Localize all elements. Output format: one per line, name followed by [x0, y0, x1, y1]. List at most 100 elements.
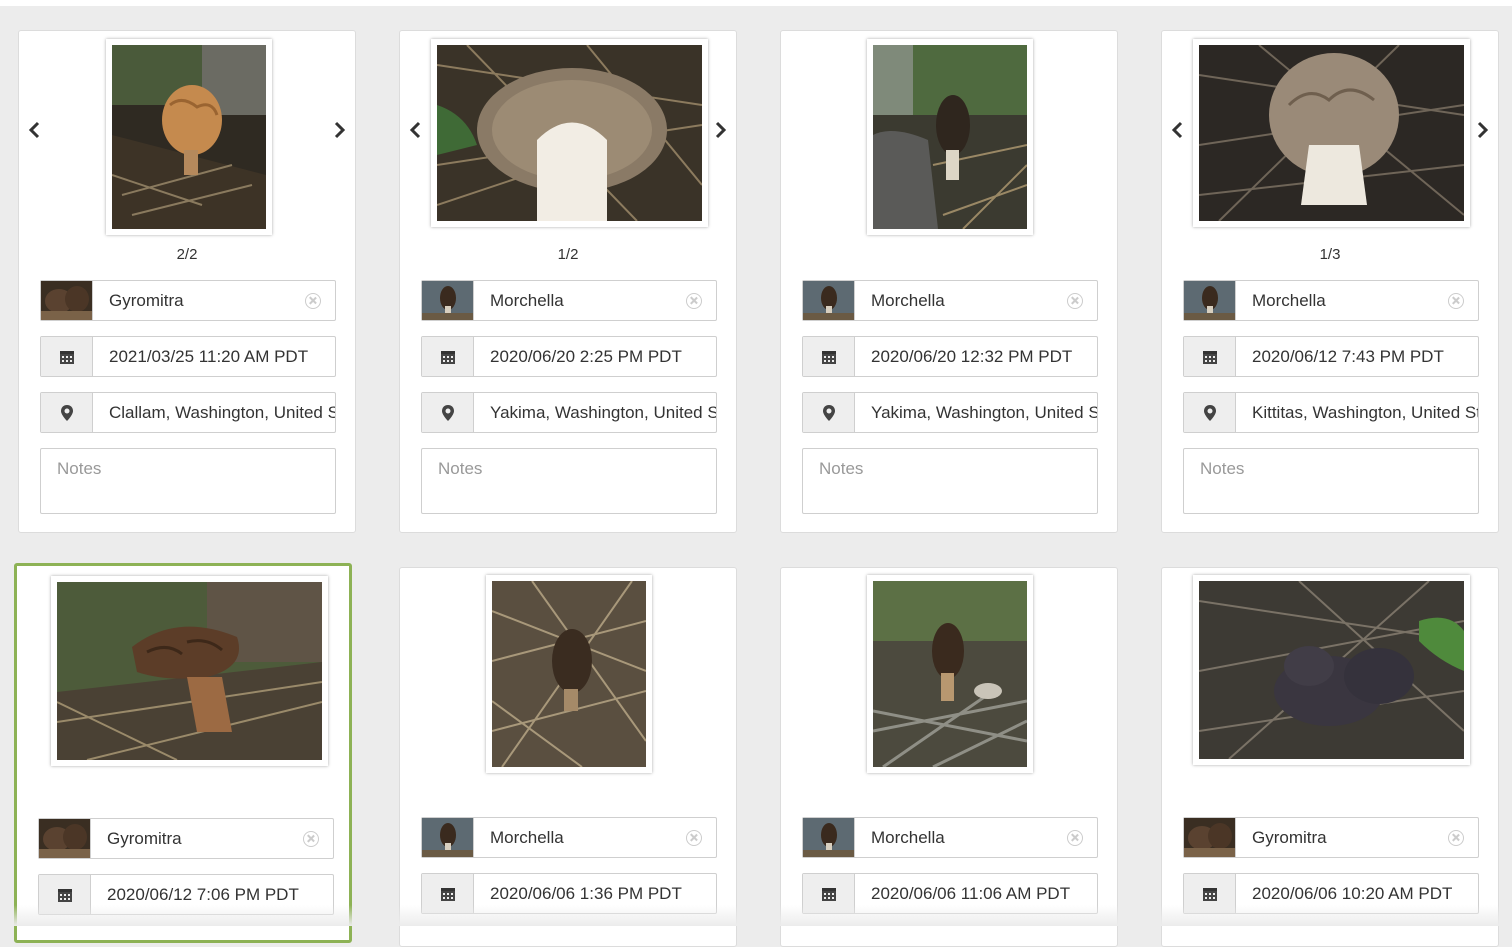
notes-field[interactable]	[802, 448, 1098, 514]
species-field[interactable]: Gyromitra	[40, 280, 336, 321]
notes-field[interactable]	[421, 448, 717, 514]
clear-circle-icon[interactable]	[1067, 830, 1083, 846]
species-value: Gyromitra	[109, 290, 184, 310]
prev-photo-button[interactable]	[405, 119, 427, 141]
clear-circle-icon[interactable]	[1448, 830, 1464, 846]
calendar-icon	[440, 887, 455, 901]
chevron-left-icon	[28, 121, 40, 139]
clear-circle-icon[interactable]	[686, 830, 702, 846]
species-value: Morchella	[871, 827, 945, 847]
calendar-icon	[59, 350, 74, 364]
observation-card[interactable]: Morchella 2020/06/20 12:32 PM PDT Yakima…	[780, 30, 1118, 533]
species-field[interactable]: Morchella	[802, 280, 1098, 321]
observation-card-selected[interactable]: Gyromitra 2020/06/12 7:06 PM PDT	[14, 563, 352, 943]
calendar-addon	[41, 337, 93, 376]
species-thumbnail	[39, 819, 91, 858]
observation-photo[interactable]	[867, 39, 1033, 235]
observation-card[interactable]: Morchella 2020/06/06 1:36 PM PDT	[399, 567, 737, 947]
observation-card[interactable]: 1/2 Morchella 2020/06/20 2:25 PM PDT Yak…	[399, 30, 737, 533]
species-field[interactable]: Morchella	[1183, 280, 1479, 321]
notes-field[interactable]	[1183, 448, 1479, 514]
mushroom-image	[436, 44, 703, 222]
species-thumbnail	[1184, 281, 1236, 320]
species-field[interactable]: Morchella	[421, 817, 717, 858]
notes-field[interactable]	[40, 448, 336, 514]
location-value: Kittitas, Washington, United States	[1252, 402, 1478, 422]
location-field[interactable]: Yakima, Washington, United States	[802, 392, 1098, 433]
species-thumbnail	[1184, 818, 1236, 857]
species-value: Gyromitra	[107, 828, 182, 848]
chevron-right-icon	[334, 121, 346, 139]
location-addon	[41, 393, 93, 432]
species-field[interactable]: Gyromitra	[38, 818, 334, 859]
observation-photo[interactable]	[1193, 39, 1470, 227]
location-value: Clallam, Washington, United States	[109, 402, 335, 422]
calendar-icon	[1202, 350, 1217, 364]
clear-circle-icon[interactable]	[303, 831, 319, 847]
clear-circle-icon[interactable]	[1448, 293, 1464, 309]
species-value: Morchella	[871, 290, 945, 310]
mushroom-image	[491, 580, 647, 768]
observation-photo[interactable]	[106, 39, 272, 235]
mushroom-image	[56, 582, 323, 761]
observation-photo[interactable]	[867, 575, 1033, 773]
observation-card[interactable]: Morchella 2020/06/06 11:06 AM PDT	[780, 567, 1118, 947]
date-value: 2020/06/20 2:25 PM PDT	[490, 346, 682, 366]
observation-card[interactable]: 1/3 Morchella 2020/06/12 7:43 PM PDT Kit…	[1161, 30, 1499, 533]
chevron-right-icon	[1477, 121, 1489, 139]
mushroom-image	[872, 581, 1028, 769]
species-field[interactable]: Gyromitra	[1183, 817, 1479, 858]
prev-photo-button[interactable]	[1167, 119, 1189, 141]
calendar-addon	[422, 337, 474, 376]
calendar-icon	[821, 350, 836, 364]
chevron-right-icon	[715, 121, 727, 139]
location-value: Yakima, Washington, United States	[871, 402, 1097, 422]
date-field[interactable]: 2021/03/25 11:20 AM PDT	[40, 336, 336, 377]
location-field[interactable]: Yakima, Washington, United States	[421, 392, 717, 433]
species-value: Morchella	[490, 827, 564, 847]
clear-circle-icon[interactable]	[1067, 293, 1083, 309]
date-value: 2020/06/12 7:43 PM PDT	[1252, 346, 1444, 366]
species-value: Morchella	[1252, 290, 1326, 310]
clear-circle-icon[interactable]	[305, 293, 321, 309]
date-field[interactable]: 2020/06/20 12:32 PM PDT	[802, 336, 1098, 377]
species-thumbnail	[41, 281, 93, 320]
bottom-fade	[0, 905, 1512, 926]
species-thumbnail	[422, 818, 474, 857]
calendar-icon	[821, 887, 836, 901]
species-value: Morchella	[490, 290, 564, 310]
mushroom-image	[873, 45, 1028, 230]
species-field[interactable]: Morchella	[421, 280, 717, 321]
location-addon	[1184, 393, 1236, 432]
next-photo-button[interactable]	[709, 119, 731, 141]
date-field[interactable]: 2020/06/12 7:43 PM PDT	[1183, 336, 1479, 377]
species-thumbnail	[422, 281, 474, 320]
observation-photo[interactable]	[431, 39, 708, 227]
location-addon	[803, 393, 855, 432]
observation-photo[interactable]	[486, 575, 652, 773]
map-pin-icon	[60, 404, 73, 421]
observation-card[interactable]: 2/2 Gyromitra 2021/03/25 11:20 AM PDT Cl…	[18, 30, 356, 533]
prev-photo-button[interactable]	[24, 119, 46, 141]
next-photo-button[interactable]	[328, 119, 350, 141]
date-value: 2020/06/20 12:32 PM PDT	[871, 346, 1073, 366]
species-field[interactable]: Morchella	[802, 817, 1098, 858]
calendar-addon	[803, 337, 855, 376]
map-pin-icon	[1203, 404, 1216, 421]
calendar-addon	[1184, 337, 1236, 376]
date-field[interactable]: 2020/06/20 2:25 PM PDT	[421, 336, 717, 377]
location-addon	[422, 393, 474, 432]
location-field[interactable]: Clallam, Washington, United States	[40, 392, 336, 433]
observation-photo[interactable]	[51, 576, 328, 766]
photo-counter: 2/2	[176, 246, 198, 263]
calendar-icon	[57, 888, 72, 902]
location-field[interactable]: Kittitas, Washington, United States	[1183, 392, 1479, 433]
chevron-left-icon	[1171, 121, 1183, 139]
observation-photo[interactable]	[1193, 575, 1470, 765]
next-photo-button[interactable]	[1471, 119, 1493, 141]
observation-card[interactable]: Gyromitra 2020/06/06 10:20 AM PDT	[1161, 567, 1499, 947]
map-pin-icon	[822, 404, 835, 421]
photo-counter: 1/3	[1319, 246, 1341, 263]
clear-circle-icon[interactable]	[686, 293, 702, 309]
mushroom-image	[1198, 580, 1465, 760]
